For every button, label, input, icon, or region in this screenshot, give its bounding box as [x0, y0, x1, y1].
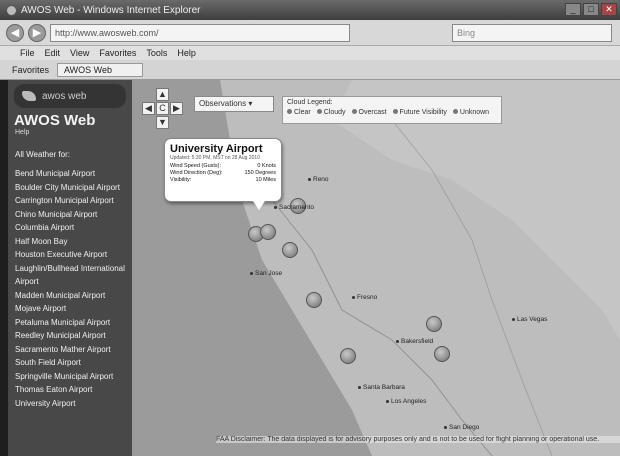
airport-marker[interactable]: [426, 316, 442, 332]
chevron-down-icon: ▾: [248, 99, 253, 108]
legend-clear: Clear: [287, 109, 311, 116]
city-label: Los Angeles: [386, 398, 426, 405]
all-weather-link[interactable]: All Weather for:: [8, 150, 132, 159]
close-button[interactable]: ✕: [601, 3, 617, 16]
menu-view[interactable]: View: [70, 48, 89, 58]
sidebar-item-airport[interactable]: Sacramento Mather Airport: [8, 343, 126, 357]
legend-title: Cloud Legend:: [287, 99, 333, 106]
plane-icon: [22, 91, 36, 101]
sidebar-item-airport[interactable]: Madden Municipal Airport: [8, 289, 126, 303]
tab-awos-web[interactable]: AWOS Web: [57, 62, 144, 77]
city-label: Fresno: [352, 294, 377, 301]
pan-right-icon[interactable]: ▶: [170, 102, 183, 115]
sidebar-item-airport[interactable]: Bend Municipal Airport: [8, 167, 126, 181]
title-bar: AWOS Web - Windows Internet Explorer _ □…: [0, 0, 620, 20]
address-bar: ◀ ▶ http://www.awosweb.com/ Bing: [0, 20, 620, 46]
popup-title: University Airport: [170, 143, 263, 155]
minimize-button[interactable]: _: [565, 3, 581, 16]
forward-button[interactable]: ▶: [28, 23, 46, 42]
city-label: Sacramento: [274, 204, 314, 211]
brand-label: awos web: [42, 90, 87, 102]
menu-bar: File Edit View Favorites Tools Help: [0, 46, 620, 60]
app-title: AWOS Web: [14, 112, 96, 129]
sidebar-item-airport[interactable]: Houston Executive Airport: [8, 248, 126, 262]
sidebar-item-airport[interactable]: Thomas Eaton Airport: [8, 383, 126, 397]
sidebar-item-airport[interactable]: Petaluma Municipal Airport: [8, 316, 126, 330]
sidebar-item-airport[interactable]: Mojave Airport: [8, 302, 126, 316]
city-label: Santa Barbara: [358, 384, 405, 391]
city-label: San Jose: [250, 270, 282, 277]
sidebar-item-airport[interactable]: Columbia Airport: [8, 221, 126, 235]
search-input[interactable]: Bing: [452, 23, 612, 42]
menu-edit[interactable]: Edit: [45, 48, 61, 58]
popup-row-label: Visibility:: [170, 177, 192, 183]
browser-window: AWOS Web - Windows Internet Explorer _ □…: [0, 0, 620, 456]
airport-marker[interactable]: [340, 348, 356, 364]
menu-tools[interactable]: Tools: [146, 48, 167, 58]
popup-row-label: Wind Direction (Deg):: [170, 170, 223, 176]
sidebar-item-airport[interactable]: University Airport: [8, 397, 126, 411]
popup-row: Wind Direction (Deg): 150 Degrees: [170, 170, 276, 177]
ie-icon: [6, 4, 17, 16]
popup-row-label: Wind Speed (Gusts):: [170, 163, 222, 169]
cloud-legend: Cloud Legend: Clear Cloudy Overcast Futu…: [282, 96, 502, 124]
window-controls: _ □ ✕: [565, 3, 617, 16]
back-button[interactable]: ◀: [6, 23, 24, 42]
city-label: Las Vegas: [512, 316, 547, 323]
observations-dropdown[interactable]: Observations ▾: [194, 96, 274, 112]
legend-future-visibility: Future Visibility: [393, 109, 447, 116]
sidebar: awos web AWOS Web Help All Weather for: …: [8, 80, 132, 456]
sidebar-item-airport[interactable]: Boulder City Municipal Airport: [8, 181, 126, 195]
sidebar-item-airport[interactable]: Reedley Municipal Airport: [8, 329, 126, 343]
pan-up-icon[interactable]: ▲: [156, 88, 169, 101]
map-pan-control: ▲ ◀ C ▶ ▼: [142, 88, 184, 132]
airport-marker[interactable]: [434, 346, 450, 362]
pan-down-icon[interactable]: ▼: [156, 116, 169, 129]
menu-favorites[interactable]: Favorites: [99, 48, 136, 58]
maximize-button[interactable]: □: [583, 3, 599, 16]
airport-list: Bend Municipal Airport Boulder City Muni…: [8, 167, 132, 410]
brand-logo: awos web: [14, 84, 126, 108]
popup-row: Visibility: 10 Miles: [170, 177, 276, 184]
faa-disclaimer: FAA Disclaimer: The data displayed is fo…: [216, 436, 620, 443]
menu-help[interactable]: Help: [177, 48, 196, 58]
map-view[interactable]: ▲ ◀ C ▶ ▼ Observations ▾ Cloud Legend: C…: [132, 80, 620, 456]
window-title: AWOS Web - Windows Internet Explorer: [21, 4, 201, 16]
recenter-icon[interactable]: C: [156, 102, 169, 115]
favorites-bar: Favorites AWOS Web: [0, 60, 620, 80]
legend-unknown: Unknown: [453, 109, 489, 116]
legend-items: Clear Cloudy Overcast Future Visibility …: [287, 109, 497, 116]
city-label: Bakersfield: [396, 338, 433, 345]
popup-row-value: 0 Knots: [257, 163, 276, 169]
airport-info-popup: University Airport Updated: 5:30 PM, MST…: [164, 138, 282, 210]
pan-left-icon[interactable]: ◀: [142, 102, 155, 115]
popup-row-value: 10 Miles: [255, 177, 276, 183]
map-terrain: [132, 80, 620, 456]
airport-marker[interactable]: [282, 242, 298, 258]
favorites-button[interactable]: Favorites: [12, 65, 49, 75]
observations-label: Observations: [199, 99, 247, 108]
sidebar-item-airport[interactable]: Half Moon Bay: [8, 235, 126, 249]
sidebar-item-airport[interactable]: Chino Municipal Airport: [8, 208, 126, 222]
airport-marker[interactable]: [260, 224, 276, 240]
sidebar-item-airport[interactable]: Springville Municipal Airport: [8, 370, 126, 384]
city-label: Reno: [308, 176, 329, 183]
legend-cloudy: Cloudy: [317, 109, 346, 116]
city-label: San Diego: [444, 424, 479, 431]
popup-row-value: 150 Degrees: [244, 170, 277, 176]
sidebar-item-airport[interactable]: South Field Airport: [8, 356, 126, 370]
sidebar-item-airport[interactable]: Carrington Municipal Airport: [8, 194, 126, 208]
airport-marker[interactable]: [306, 292, 322, 308]
sidebar-item-airport[interactable]: Laughlin/Bullhead International Airport: [8, 262, 126, 289]
legend-overcast: Overcast: [352, 109, 387, 116]
help-link[interactable]: Help: [8, 129, 132, 136]
popup-row: Wind Speed (Gusts): 0 Knots: [170, 163, 276, 170]
popup-updated: Updated: 5:30 PM, MST on 28 Aug 2010: [170, 155, 260, 161]
menu-file[interactable]: File: [20, 48, 35, 58]
url-field[interactable]: http://www.awosweb.com/: [50, 23, 350, 42]
